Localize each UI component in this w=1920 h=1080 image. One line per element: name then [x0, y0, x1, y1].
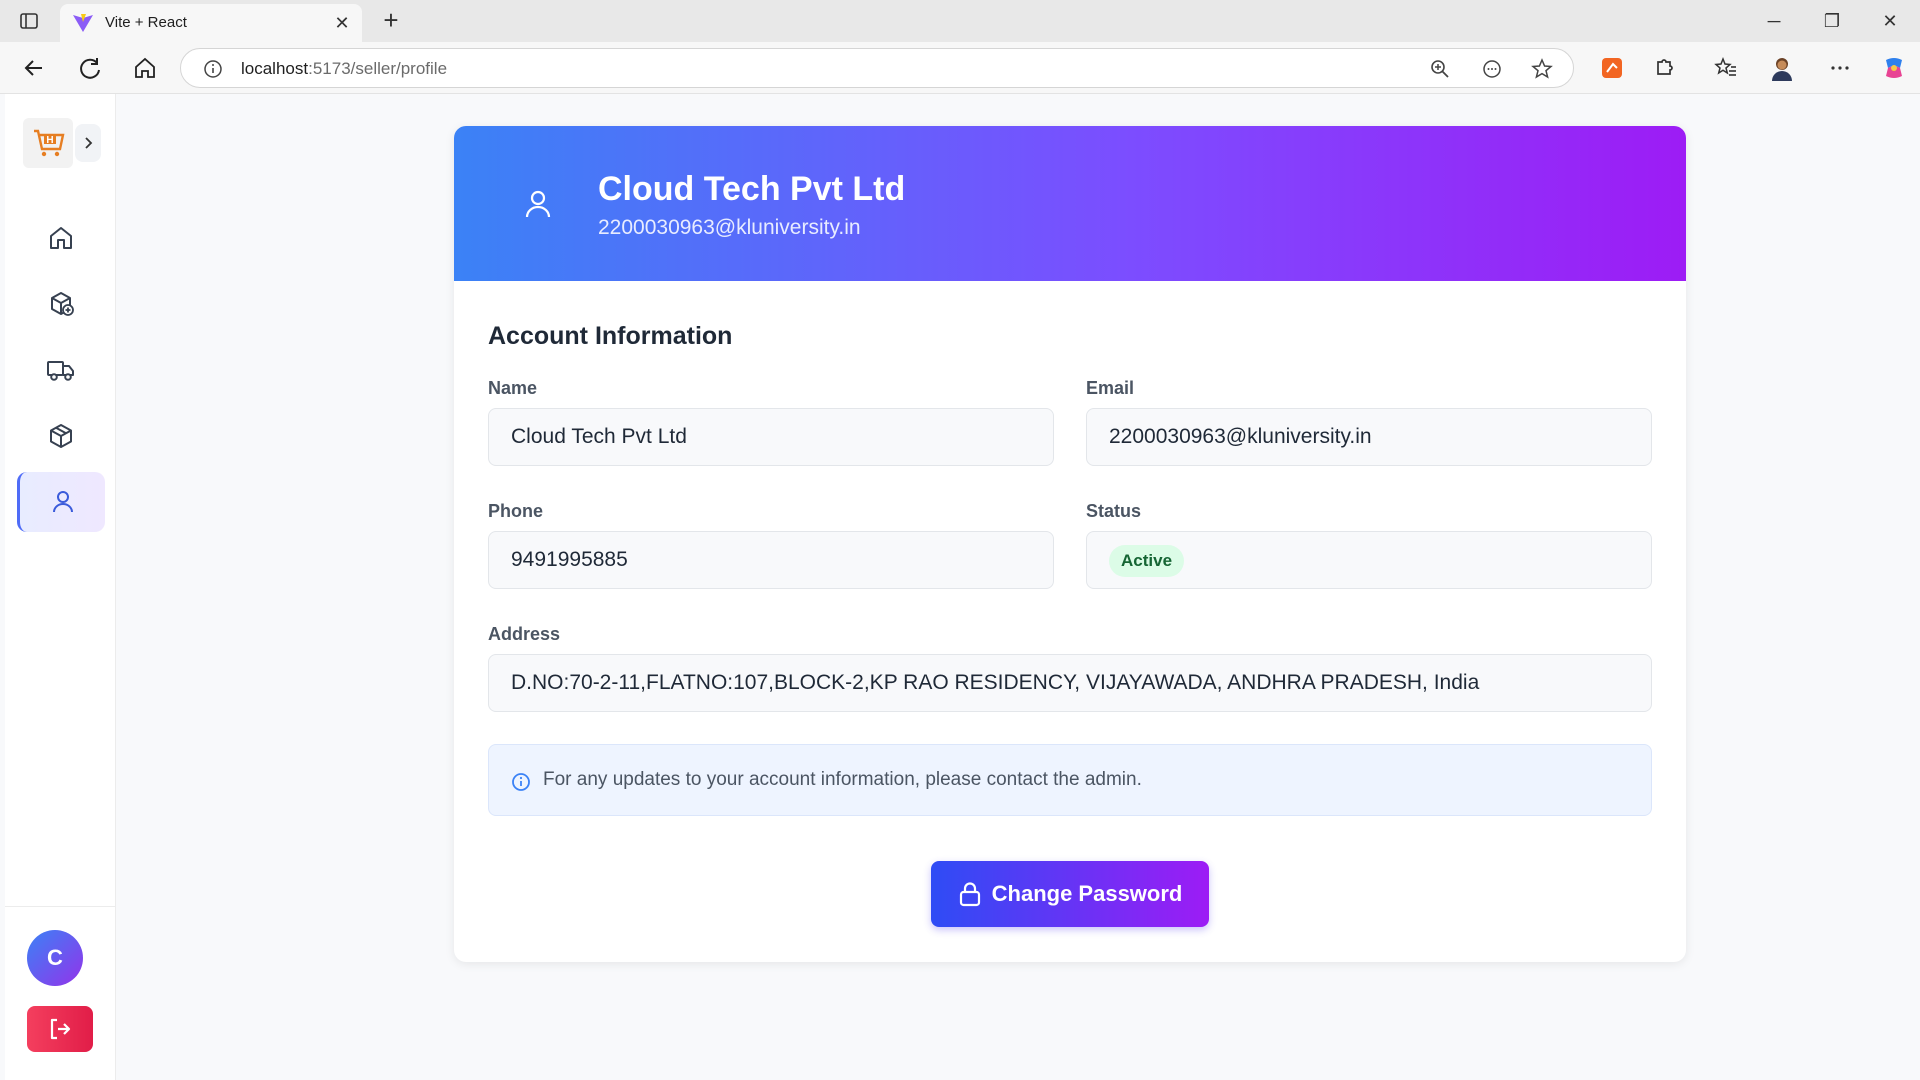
favorite-star-icon[interactable]: [1531, 58, 1553, 80]
sidebar-collapse-button[interactable]: [75, 124, 101, 162]
back-icon[interactable]: [20, 54, 48, 82]
address-bar[interactable]: localhost:5173/seller/profile: [180, 48, 1574, 88]
minimize-button[interactable]: ─: [1760, 8, 1788, 34]
browser-tab-strip: Vite + React ✕ + ─ ❐ ✕: [0, 0, 1920, 42]
address-label: Address: [488, 624, 561, 644]
email-field: 2200030963@kluniversity.in: [1086, 408, 1652, 466]
info-notice: For any updates to your account informat…: [488, 744, 1652, 816]
section-title: Account Information: [488, 322, 733, 350]
zoom-icon[interactable]: [1429, 58, 1451, 80]
favorites-icon[interactable]: [1712, 54, 1740, 82]
new-tab-button[interactable]: +: [378, 7, 404, 34]
truck-icon: [47, 361, 74, 381]
profile-avatar-icon[interactable]: [1768, 54, 1796, 82]
phone-label: Phone: [488, 501, 544, 521]
sidebar-item-products[interactable]: [17, 406, 105, 466]
vite-favicon-icon: [72, 13, 94, 33]
change-password-label: Change Password: [991, 881, 1183, 906]
chevron-right-icon: [85, 137, 93, 149]
home-browser-icon[interactable]: [131, 54, 159, 82]
profile-card: Cloud Tech Pvt Ltd 2200030963@kluniversi…: [454, 126, 1686, 962]
site-info-icon[interactable]: [203, 59, 223, 79]
profile-email: 2200030963@kluniversity.in: [598, 216, 861, 239]
status-label: Status: [1086, 501, 1142, 521]
close-window-button[interactable]: ✕: [1876, 8, 1904, 34]
sidebar-divider: [5, 906, 116, 907]
more-menu-icon[interactable]: [1826, 54, 1854, 82]
sidebar-toggle-icon[interactable]: [18, 10, 40, 32]
user-icon: [52, 491, 73, 513]
status-badge: Active: [1109, 545, 1185, 577]
email-label: Email: [1086, 378, 1135, 398]
address-field: D.NO:70-2-11,FLATNO:107,BLOCK-2,KP RAO R…: [488, 654, 1652, 712]
store-logo[interactable]: H: [23, 118, 73, 168]
change-password-button[interactable]: Change Password: [931, 861, 1209, 927]
url-host: localhost: [241, 59, 309, 78]
sidebar-item-dashboard[interactable]: [17, 208, 105, 268]
package-plus-icon: [51, 292, 74, 316]
svg-text:H: H: [46, 135, 53, 146]
logout-icon: [50, 1018, 71, 1040]
name-label: Name: [488, 378, 538, 398]
status-field: Active: [1086, 531, 1652, 589]
logout-button[interactable]: [27, 1006, 93, 1052]
home-icon: [50, 227, 72, 249]
sidebar-item-profile[interactable]: [17, 472, 105, 532]
reload-icon[interactable]: [76, 54, 104, 82]
sidebar-item-add-product[interactable]: [17, 274, 105, 334]
copilot-icon[interactable]: [1880, 54, 1908, 82]
app-sidebar: H C: [5, 94, 116, 1080]
info-icon: [511, 772, 531, 792]
url-path: :5173/seller/profile: [308, 59, 448, 78]
lock-icon: [959, 882, 980, 907]
package-icon: [50, 424, 72, 448]
extensions-puzzle-icon[interactable]: [1650, 54, 1678, 82]
restore-button[interactable]: ❐: [1818, 8, 1846, 34]
profile-header: Cloud Tech Pvt Ltd 2200030963@kluniversi…: [454, 126, 1686, 281]
browser-tab[interactable]: Vite + React ✕: [60, 4, 362, 42]
sidebar-item-orders[interactable]: [17, 340, 105, 400]
phone-field: 9491995885: [488, 531, 1054, 589]
user-avatar[interactable]: C: [27, 930, 83, 986]
profile-user-icon: [510, 176, 566, 232]
profile-name: Cloud Tech Pvt Ltd: [598, 170, 906, 208]
tab-title: Vite + React: [105, 14, 187, 31]
browser-toolbar: localhost:5173/seller/profile: [0, 42, 1920, 94]
extension-orange-icon[interactable]: [1598, 54, 1626, 82]
name-field: Cloud Tech Pvt Ltd: [488, 408, 1054, 466]
tab-close-icon[interactable]: ✕: [332, 13, 352, 33]
url-text: localhost:5173/seller/profile: [241, 59, 447, 79]
notice-text: For any updates to your account informat…: [543, 769, 1142, 790]
reader-icon[interactable]: [1481, 58, 1503, 80]
